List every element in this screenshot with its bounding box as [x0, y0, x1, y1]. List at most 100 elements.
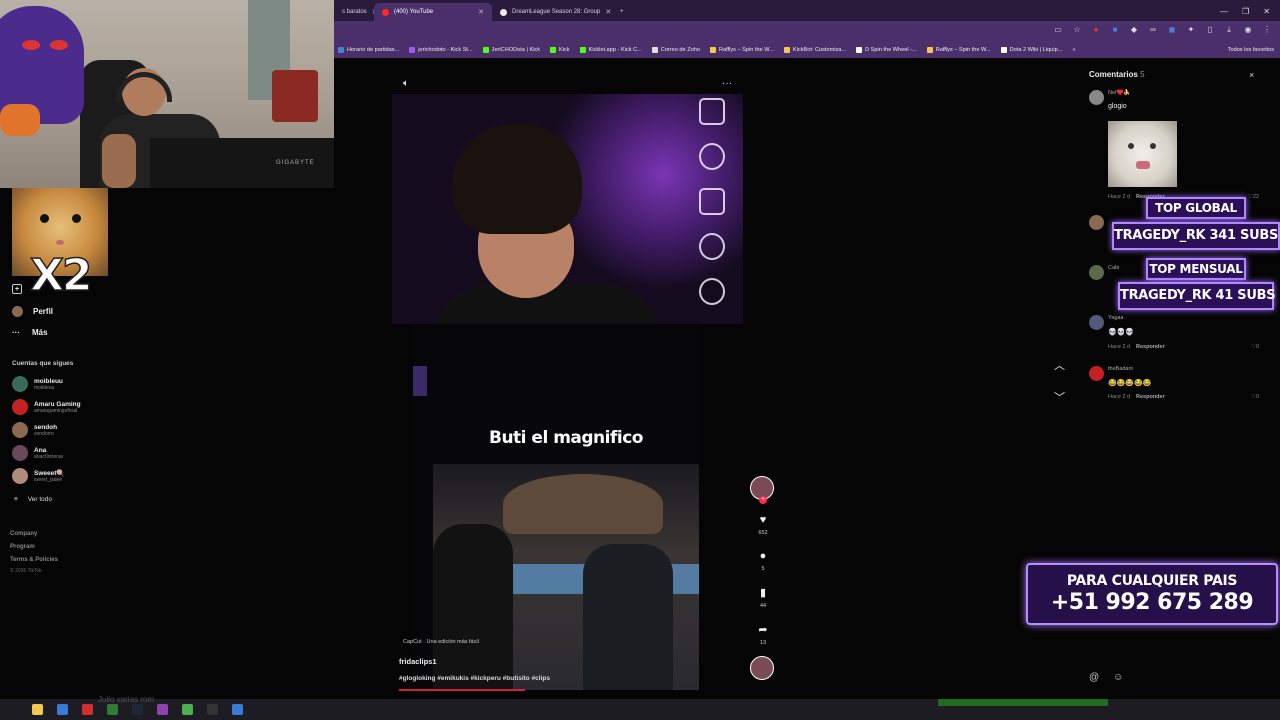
messenger-icon[interactable]: [157, 704, 168, 715]
footer-link-program[interactable]: Program: [10, 541, 58, 554]
extension-icon[interactable]: ●: [1091, 25, 1101, 35]
comment-likes[interactable]: ♡0: [1251, 394, 1259, 400]
comment-likes[interactable]: ♡22: [1248, 194, 1259, 200]
bluetooth-icon[interactable]: [57, 704, 68, 715]
nav-item-upload[interactable]: +: [12, 284, 32, 294]
extension-icon[interactable]: ◼: [1167, 25, 1177, 35]
following-name: Ana: [34, 446, 47, 454]
avatar[interactable]: [1089, 366, 1104, 381]
add-icon: +: [12, 284, 22, 294]
bookmark-item[interactable]: D Spin the Wheel -...: [856, 47, 917, 53]
comment-user[interactable]: Yagaa: [1108, 315, 1124, 321]
kebab-menu-icon[interactable]: ⋮: [1262, 25, 1272, 35]
bookmark-item[interactable]: JeriCHODota | Kick: [482, 47, 540, 53]
avatar[interactable]: [1089, 215, 1104, 230]
nav-item-more[interactable]: ··· Más: [12, 328, 48, 337]
avatar[interactable]: [1089, 265, 1104, 280]
following-item[interactable]: moibleuu moibleuu: [12, 376, 63, 392]
download-icon[interactable]: ⤓: [1224, 25, 1234, 35]
browser-tab-youtube[interactable]: (400) YouTube ✕: [374, 3, 492, 21]
close-tab-icon[interactable]: ✕: [605, 8, 611, 16]
bookmark-item[interactable]: Kicklet.app - Kick C...: [579, 47, 642, 53]
browser-tab[interactable]: s baratos ✕: [334, 3, 374, 21]
comment-likes[interactable]: ♡0: [1251, 344, 1259, 350]
bookmark-item[interactable]: Correo de Zoho: [651, 47, 700, 53]
bookmark-item[interactable]: Rafflys – Spin the W...: [709, 47, 774, 53]
share-count: 13: [759, 640, 767, 646]
extension-icon[interactable]: ∞: [1148, 25, 1158, 35]
opera-icon[interactable]: [82, 704, 93, 715]
extension-icon[interactable]: ◆: [1129, 25, 1139, 35]
profile-icon[interactable]: ◉: [1243, 25, 1253, 35]
bookmark-item[interactable]: Kick: [550, 47, 570, 53]
bookmark-favicon-icon: [651, 47, 658, 53]
bookmark-item[interactable]: Dota 2 Wiki | Liquip...: [1000, 47, 1062, 53]
all-bookmarks-folder[interactable]: Todos los favoritos: [1228, 47, 1280, 53]
bookmark-label: Rafflys – Spin the W...: [718, 47, 774, 53]
nav-item-profile[interactable]: Perfil: [12, 306, 53, 317]
close-tab-icon[interactable]: ✕: [478, 8, 484, 16]
video-author[interactable]: fridaclips1: [399, 657, 437, 666]
chevron-down-icon[interactable]: ﹀: [1054, 389, 1065, 405]
chevron-up-icon[interactable]: ︿: [1054, 357, 1065, 373]
obs-icon[interactable]: [207, 704, 218, 715]
avatar[interactable]: [1089, 315, 1104, 330]
bookmark-item[interactable]: KickBot: Customiza...: [783, 47, 846, 53]
footer-link-terms[interactable]: Terms & Policies: [10, 554, 58, 567]
more-options-icon[interactable]: ···: [722, 78, 732, 89]
browser-tab-dreamleague[interactable]: DreamLeague Season 28: Group ✕: [492, 3, 612, 21]
notepad-icon[interactable]: [232, 704, 243, 715]
plus-icon: +: [620, 9, 624, 15]
puzzle-icon[interactable]: ✦: [1186, 25, 1196, 35]
follow-plus-icon[interactable]: +: [759, 496, 767, 504]
sound-avatar[interactable]: [750, 656, 774, 680]
emoji-icon[interactable]: ☺: [1113, 672, 1123, 683]
following-name: Amaru Gaming: [34, 400, 81, 408]
creator-avatar[interactable]: +: [750, 476, 774, 504]
following-item[interactable]: Amaru Gaming amarugamingoficial: [12, 399, 81, 415]
bookmark-item[interactable]: Horario de partidas...: [338, 47, 399, 53]
bookmarks-overflow-icon[interactable]: »: [1072, 47, 1075, 53]
see-all-button[interactable]: ≡ Ver todo: [14, 496, 52, 503]
reply-button[interactable]: Responder: [1136, 394, 1165, 400]
bookmark-icon[interactable]: ▮: [756, 586, 770, 599]
heart-icon[interactable]: ♥: [756, 514, 770, 526]
chrome-icon[interactable]: [182, 704, 193, 715]
close-icon[interactable]: ×: [1249, 70, 1254, 80]
comment-user[interactable]: Cabi: [1108, 265, 1119, 271]
comments-title: Comentarios 5: [1089, 70, 1145, 79]
comment-icon[interactable]: ●: [756, 550, 770, 562]
bookmark-favicon-icon: [856, 47, 863, 53]
extension-icon[interactable]: ■: [1110, 25, 1120, 35]
reply-button[interactable]: Responder: [1136, 344, 1165, 350]
minimize-icon[interactable]: —: [1220, 7, 1228, 16]
following-item[interactable]: Sweeet🍭 sweet_jadee: [12, 468, 65, 484]
comment-user[interactable]: Nef♥️🍌: [1108, 90, 1130, 96]
capcut-label[interactable]: CapCut · Una edición más fácil: [403, 639, 479, 645]
star-icon[interactable]: ☆: [1072, 25, 1082, 35]
video-player-facecam[interactable]: [392, 94, 743, 324]
app-icon[interactable]: [107, 704, 118, 715]
maximize-icon[interactable]: ❐: [1242, 7, 1249, 16]
at-mention-icon[interactable]: @: [1089, 672, 1099, 683]
file-explorer-icon[interactable]: [32, 704, 43, 715]
comment-user[interactable]: theBadani: [1108, 366, 1133, 372]
liquipedia-favicon-icon: [500, 8, 507, 16]
bookmark-item[interactable]: jerichodoto - Kick St...: [409, 47, 473, 53]
cast-icon[interactable]: ▭: [1053, 25, 1063, 35]
video-player-main[interactable]: [413, 324, 699, 690]
volume-icon[interactable]: 🔈︎: [403, 78, 409, 89]
video-progress-bar[interactable]: [399, 689, 525, 691]
sidebar-icon[interactable]: ▯: [1205, 25, 1215, 35]
webcam-overlay: GIGABYTE: [0, 0, 334, 188]
bookmark-item[interactable]: Rafflys – Spin the W...: [926, 47, 991, 53]
footer-link-company[interactable]: Company: [10, 528, 58, 541]
share-icon[interactable]: ➦: [756, 623, 770, 636]
avatar[interactable]: [1089, 90, 1104, 105]
close-window-icon[interactable]: ✕: [1263, 7, 1270, 16]
steam-icon[interactable]: [132, 704, 143, 715]
new-tab-button[interactable]: +: [612, 3, 632, 21]
following-item[interactable]: sendoh sendorro: [12, 422, 57, 438]
video-hashtags[interactable]: #glogloking #emikukis #kickperu #butisit…: [399, 675, 550, 682]
following-item[interactable]: Ana anac0ntreras: [12, 445, 63, 461]
